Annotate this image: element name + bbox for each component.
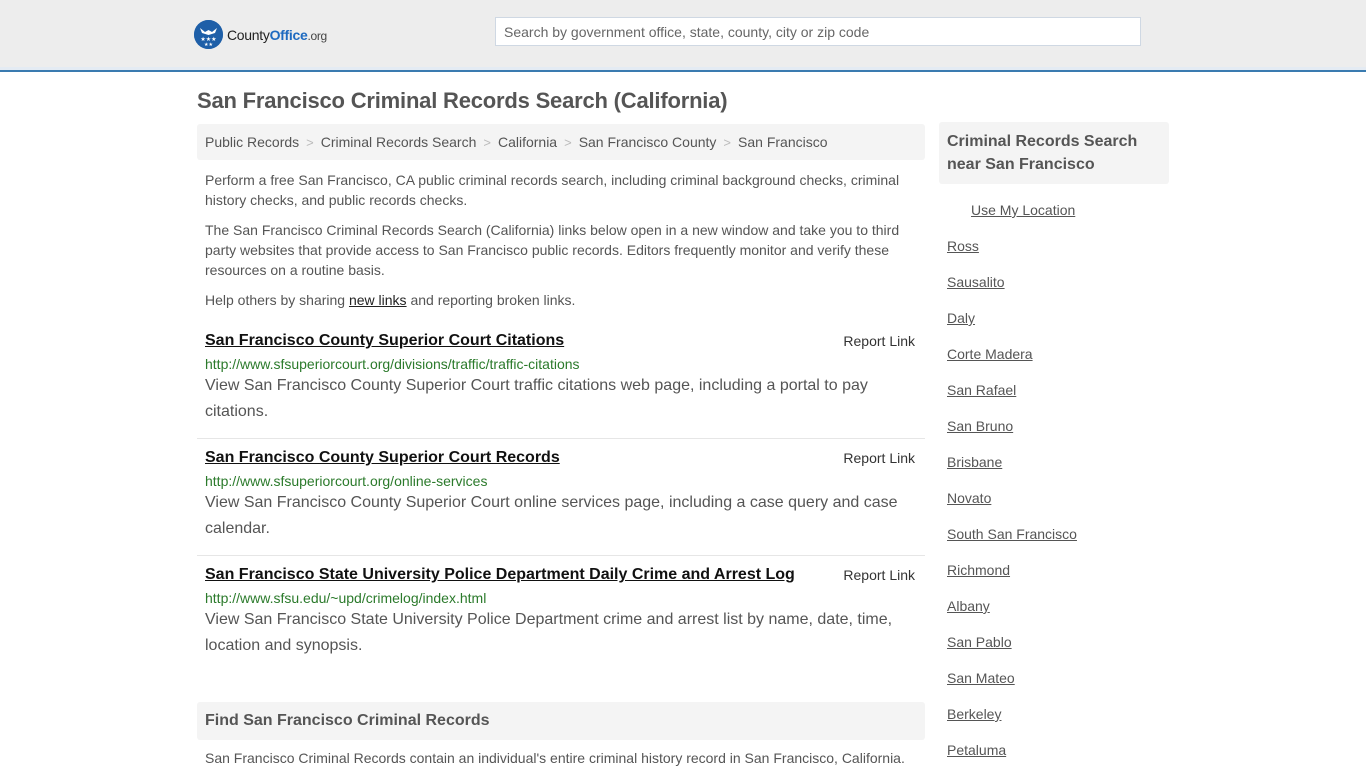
list-item: Berkeley [947, 706, 1077, 742]
nearby-city-link[interactable]: Ross [947, 238, 979, 254]
list-item: Albany [947, 598, 1077, 634]
resource-url[interactable]: http://www.sfsuperiorcourt.org/divisions… [205, 356, 917, 372]
list-item: San Pablo [947, 634, 1077, 670]
list-item: Daly [947, 310, 1077, 346]
nearby-city-link[interactable]: South San Francisco [947, 526, 1077, 542]
breadcrumb-san-francisco[interactable]: San Francisco [738, 134, 827, 150]
site-header: ★★★ ★★ CountyOffice.org [0, 0, 1366, 72]
resource-description: View San Francisco State University Poli… [205, 611, 893, 654]
breadcrumb-california[interactable]: California [498, 134, 557, 150]
list-item: San Rafael [947, 382, 1077, 418]
list-item: San Francisco State University Police De… [197, 556, 925, 673]
list-item: Richmond [947, 562, 1077, 598]
breadcrumb-criminal-records-search[interactable]: Criminal Records Search [321, 134, 477, 150]
nearby-city-link[interactable]: San Bruno [947, 418, 1013, 434]
list-item: Brisbane [947, 454, 1077, 490]
logo-wordmark: CountyOffice.org [227, 26, 327, 43]
resource-url[interactable]: http://www.sfsu.edu/~upd/crimelog/index.… [205, 590, 917, 606]
use-my-location-link[interactable]: Use My Location [971, 202, 1075, 218]
nearby-city-link[interactable]: San Rafael [947, 382, 1016, 398]
intro-paragraph-2: The San Francisco Criminal Records Searc… [205, 222, 900, 278]
nearby-city-link[interactable]: Petaluma [947, 742, 1006, 758]
find-section-text: San Francisco Criminal Records contain a… [205, 750, 905, 766]
find-section-heading: Find San Francisco Criminal Records [197, 702, 925, 740]
breadcrumb-separator-icon: > [483, 134, 491, 150]
breadcrumb: Public Records > Criminal Records Search… [197, 124, 925, 160]
site-logo[interactable]: ★★★ ★★ CountyOffice.org [194, 20, 327, 49]
nearby-city-link[interactable]: Richmond [947, 562, 1010, 578]
list-item: San Mateo [947, 670, 1077, 706]
sidebar-heading: Criminal Records Search near San Francis… [939, 122, 1169, 184]
report-link-button[interactable]: Report Link [843, 567, 915, 583]
list-item: South San Francisco [947, 526, 1077, 562]
report-link-button[interactable]: Report Link [843, 333, 915, 349]
resource-title-link[interactable]: San Francisco County Superior Court Reco… [205, 448, 917, 468]
breadcrumb-separator-icon: > [306, 134, 314, 150]
report-link-button[interactable]: Report Link [843, 450, 915, 466]
breadcrumb-separator-icon: > [723, 134, 732, 150]
resource-links-list: San Francisco County Superior Court Cita… [197, 322, 925, 673]
intro-paragraph-1: Perform a free San Francisco, CA public … [205, 172, 900, 208]
resource-title-link[interactable]: San Francisco State University Police De… [205, 565, 917, 585]
page-title: San Francisco Criminal Records Search (C… [197, 88, 728, 113]
search-input[interactable] [495, 17, 1141, 46]
nearby-city-link[interactable]: San Mateo [947, 670, 1015, 686]
breadcrumb-separator-icon: > [564, 134, 572, 150]
nearby-cities-list: Ross Sausalito Daly Corte Madera San Raf… [947, 238, 1077, 778]
list-item: Corte Madera [947, 346, 1077, 382]
resource-description: View San Francisco County Superior Court… [205, 377, 868, 420]
list-item: Ross [947, 238, 1077, 274]
nearby-city-link[interactable]: Daly [947, 310, 975, 326]
intro-text: Perform a free San Francisco, CA public … [205, 170, 920, 320]
nearby-city-link[interactable]: Brisbane [947, 454, 1002, 470]
new-links-link[interactable]: new links [349, 292, 407, 308]
breadcrumb-san-francisco-county[interactable]: San Francisco County [579, 134, 717, 150]
list-item: San Francisco County Superior Court Cita… [197, 322, 925, 439]
resource-title-link[interactable]: San Francisco County Superior Court Cita… [205, 331, 917, 351]
resource-url[interactable]: http://www.sfsuperiorcourt.org/online-se… [205, 473, 917, 489]
list-item: San Francisco County Superior Court Reco… [197, 439, 925, 556]
nearby-city-link[interactable]: Corte Madera [947, 346, 1033, 362]
nearby-city-link[interactable]: Albany [947, 598, 990, 614]
list-item: Sausalito [947, 274, 1077, 310]
nearby-city-link[interactable]: San Pablo [947, 634, 1012, 650]
nearby-city-link[interactable]: Novato [947, 490, 991, 506]
intro-paragraph-3: Help others by sharing new links and rep… [205, 292, 576, 308]
list-item: Petaluma [947, 742, 1077, 778]
breadcrumb-public-records[interactable]: Public Records [205, 134, 299, 150]
eagle-stars-logo-icon: ★★★ ★★ [194, 20, 223, 49]
list-item: San Bruno [947, 418, 1077, 454]
resource-description: View San Francisco County Superior Court… [205, 494, 898, 537]
list-item: Novato [947, 490, 1077, 526]
svg-text:★★: ★★ [204, 42, 213, 48]
nearby-city-link[interactable]: Sausalito [947, 274, 1005, 290]
nearby-city-link[interactable]: Berkeley [947, 706, 1001, 722]
